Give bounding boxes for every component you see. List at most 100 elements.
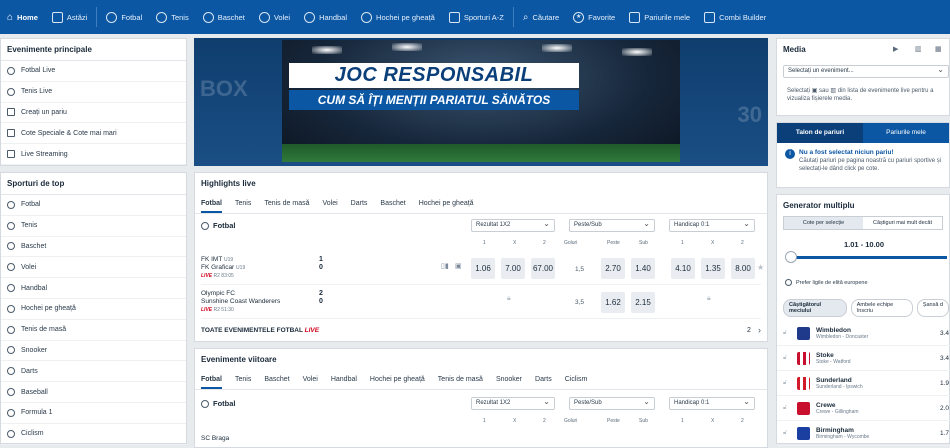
market-select-over-under[interactable]: Peste/Sub — [569, 396, 655, 410]
market-select-over-under[interactable]: Peste/Sub — [569, 218, 655, 232]
sport-item-hockey[interactable]: Hochei pe gheață — [1, 299, 186, 320]
sport-item-basketball[interactable]: Baschet — [1, 237, 186, 258]
lock-icon[interactable]: 🔓︎ — [783, 405, 797, 412]
stats-icon[interactable]: ▥ — [915, 45, 922, 53]
nav-basketball[interactable]: Baschet — [196, 0, 252, 34]
market-select-handicap[interactable]: Handicap 0:1 — [669, 218, 755, 232]
sport-item-darts[interactable]: Darts — [1, 361, 186, 383]
nav-favorites[interactable]: ★ Favorite — [566, 0, 622, 34]
chip-double-chance[interactable]: Șansă d — [916, 299, 949, 317]
range-slider-handle[interactable] — [785, 251, 797, 263]
tab-table-tennis[interactable]: Tenis de masă — [438, 376, 483, 383]
sport-item-football[interactable]: Fotbal — [1, 195, 186, 216]
match-row[interactable]: Olympic FC Sunshine Coast Wanderers LIVE… — [201, 287, 761, 319]
chevron-right-icon[interactable]: › — [758, 325, 761, 335]
tab-tennis[interactable]: Tenis — [235, 200, 251, 207]
tab-cycling[interactable]: Ciclism — [565, 376, 588, 383]
sport-item-tennis[interactable]: Tenis — [1, 216, 186, 237]
sport-item-table-tennis[interactable]: Tenis de masă — [1, 320, 186, 341]
pick-row[interactable]: 🔓︎ Birmingham Birmingham - Wycombe 1.7 — [777, 421, 950, 446]
stats-icon[interactable]: ▯▮ — [441, 262, 449, 270]
tab-handball[interactable]: Handbal — [331, 376, 357, 383]
sport-item-snooker[interactable]: Snooker — [1, 341, 186, 362]
tab-my-bets[interactable]: Pariurile mele — [863, 123, 949, 143]
nav-football[interactable]: Fotbal — [99, 0, 149, 34]
tab-volleyball[interactable]: Volei — [303, 376, 318, 383]
tab-football[interactable]: Fotbal — [201, 200, 222, 213]
tab-basketball[interactable]: Baschet — [264, 376, 289, 383]
tab-odds-per-selection[interactable]: Cote per selecție — [784, 217, 863, 229]
sport-item-volleyball[interactable]: Volei — [1, 257, 186, 279]
media-icon[interactable]: ▣ — [455, 262, 462, 270]
video-icon[interactable]: ▶ — [893, 45, 898, 53]
tab-football[interactable]: Fotbal — [201, 376, 222, 389]
main-event-tennis-live[interactable]: Tenis Live — [1, 82, 186, 103]
market-select-1x2[interactable]: Rezultat 1X2 — [471, 218, 555, 232]
nav-today[interactable]: Astăzi — [45, 0, 94, 34]
promo-banner[interactable]: BOX 30 JOC RESPONSABIL CUM SĂ ÎȚI MENȚII… — [194, 38, 768, 166]
match-row[interactable]: FK IMT U19 FK Graficar U19 LIVE R2 83:05… — [201, 255, 764, 285]
main-event-live-streaming[interactable]: Live Streaming — [1, 144, 186, 165]
nav-hockey[interactable]: Hochei pe gheață — [354, 0, 442, 34]
nav-handball[interactable]: Handbal — [297, 0, 354, 34]
tab-winnings[interactable]: Câștiguri mai mult decât — [863, 217, 942, 229]
sport-item-baseball[interactable]: Baseball — [1, 382, 186, 403]
pick-row[interactable]: 🔓︎ Stoke Stoke - Watford 3.4 — [777, 346, 950, 371]
tab-volleyball[interactable]: Volei — [322, 200, 337, 207]
home-team: Olympic FC — [201, 290, 235, 297]
tab-hockey[interactable]: Hochei pe gheață — [370, 376, 425, 383]
all-events-link[interactable]: TOATE EVENIMENTELE FOTBAL LIVE — [201, 327, 319, 334]
builder-icon — [704, 11, 716, 23]
favorite-star-icon[interactable]: ★ — [757, 263, 764, 272]
market-select-handicap[interactable]: Handicap 0:1 — [669, 396, 755, 410]
lock-icon[interactable]: 🔓︎ — [783, 330, 797, 337]
chip-match-winner[interactable]: Câștigătorul meciului — [783, 299, 847, 317]
odds-button[interactable]: 2.70 — [601, 258, 625, 279]
lock-icon[interactable]: 🔓︎ — [783, 430, 797, 437]
tab-betslip[interactable]: Talon de pariuri — [777, 123, 863, 143]
field-icon[interactable]: ▦ — [935, 45, 942, 53]
main-event-football-live[interactable]: Fotbal Live — [1, 61, 186, 82]
odds-button[interactable]: 1.35 — [701, 258, 725, 279]
odds-button[interactable]: 7.00 — [501, 258, 525, 279]
sport-item-cycling[interactable]: Ciclism — [1, 424, 186, 445]
odds-button[interactable]: 1.62 — [601, 292, 625, 313]
nav-volleyball[interactable]: Volei — [252, 0, 297, 34]
tab-snooker[interactable]: Snooker — [496, 376, 522, 383]
odds-button[interactable]: 1.06 — [471, 258, 495, 279]
nav-home[interactable]: ⌂ Home — [0, 0, 45, 34]
nav-combi-builder[interactable]: Combi Builder — [697, 0, 773, 34]
lock-icon[interactable]: 🔓︎ — [783, 380, 797, 387]
pick-team: Stoke — [816, 351, 834, 359]
odds-button[interactable]: 67.00 — [531, 258, 555, 279]
tab-darts[interactable]: Darts — [351, 200, 368, 207]
nav-sports-az[interactable]: Sporturi A-Z — [442, 0, 511, 34]
elite-leagues-option[interactable]: Prefer ligile de elită europene — [785, 279, 868, 286]
media-event-select[interactable]: Selectați un eveniment... — [783, 64, 949, 78]
tab-basketball[interactable]: Baschet — [380, 200, 405, 207]
sport-item-formula1[interactable]: Formula 1 — [1, 403, 186, 424]
odds-button[interactable]: 1.40 — [631, 258, 655, 279]
sport-item-handball[interactable]: Handbal — [1, 278, 186, 299]
home-team[interactable]: SC Braga — [201, 435, 229, 442]
pick-row[interactable]: 🔓︎ Wimbledon Wimbledon - Doncaster 3.4 — [777, 321, 950, 346]
odds-button[interactable]: 4.10 — [671, 258, 695, 279]
tab-hockey[interactable]: Hochei pe gheață — [419, 200, 474, 207]
tab-tennis[interactable]: Tenis — [235, 376, 251, 383]
pick-row[interactable]: 🔓︎ Crewe Crewe - Gillingham 2.0 — [777, 396, 950, 421]
main-event-special-odds[interactable]: Cote Speciale & Cote mai mari — [1, 123, 186, 145]
chip-both-teams-score[interactable]: Ambele echipe înscriu — [850, 299, 913, 317]
tab-table-tennis[interactable]: Tenis de masă — [264, 200, 309, 207]
baseball-icon — [7, 388, 15, 397]
range-slider-track[interactable] — [791, 256, 947, 259]
lock-icon[interactable]: 🔓︎ — [783, 355, 797, 362]
odds-button[interactable]: 8.00 — [731, 258, 755, 279]
main-event-create-bet[interactable]: Creați un pariu — [1, 103, 186, 124]
tab-darts[interactable]: Darts — [535, 376, 552, 383]
nav-my-bets[interactable]: Pariurile mele — [622, 0, 697, 34]
market-select-1x2[interactable]: Rezultat 1X2 — [471, 396, 555, 410]
pick-row[interactable]: 🔓︎ Sunderland Sunderland - Ipswich 1.9 — [777, 371, 950, 396]
odds-button[interactable]: 2.15 — [631, 292, 655, 313]
nav-tennis[interactable]: Tenis — [149, 0, 196, 34]
nav-search[interactable]: ⌕ Căutare — [516, 0, 566, 34]
